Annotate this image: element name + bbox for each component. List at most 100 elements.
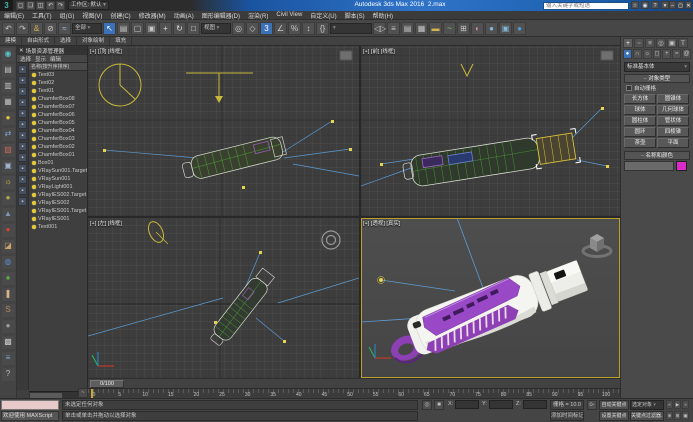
object-type-rollout[interactable]: 对象类型 <box>624 74 690 83</box>
explorer-item[interactable]: ChamferBox03 <box>29 135 87 143</box>
selection-filter-dropdown[interactable]: 全部 <box>72 23 102 34</box>
tab-hierarchy[interactable]: ≡ <box>645 38 655 48</box>
autogrid-checkbox[interactable] <box>626 85 632 91</box>
menu-item[interactable]: 脚本(S) <box>341 11 369 20</box>
explorer-item[interactable]: VRaySun001 <box>29 175 87 183</box>
menu-item[interactable]: 修改器(M) <box>135 11 170 20</box>
select-and-link-icon[interactable]: & <box>30 22 43 35</box>
viewport-label[interactable]: [+] [透视] [真实] <box>363 219 400 227</box>
zoom-viewport-button[interactable]: ⊕ <box>666 411 673 420</box>
explorer-item[interactable]: ChamferBox08 <box>29 95 87 103</box>
hand-icon[interactable]: ❚ <box>2 288 15 301</box>
sun-icon[interactable]: ☼ <box>2 176 15 189</box>
rectangular-selection-region-icon[interactable]: ▢ <box>131 22 144 35</box>
material-editor-icon[interactable]: ◐ <box>471 22 484 35</box>
snaps-toggle-3d-icon[interactable]: 3 <box>260 22 273 35</box>
select-object-icon[interactable]: ↖ <box>103 22 116 35</box>
ribbon-tab[interactable]: 建模 <box>0 37 22 45</box>
menu-item[interactable]: 编辑(E) <box>0 11 28 20</box>
checker-icon[interactable]: ▩ <box>2 336 15 349</box>
explorer-item[interactable]: ChamferBox05 <box>29 119 87 127</box>
visibility-bulb-icon[interactable] <box>32 177 36 181</box>
explorer-menu-item[interactable]: 选择 <box>20 55 31 63</box>
red-ball-icon[interactable]: ● <box>2 224 15 237</box>
menu-item[interactable]: 自定义(U) <box>306 11 340 20</box>
workspace-dropdown[interactable]: 工作区: 默认 <box>68 1 109 10</box>
undo-icon[interactable]: ↶ <box>46 1 55 10</box>
category-helpers[interactable]: + <box>662 49 671 59</box>
set-keys-button[interactable]: o- <box>587 400 597 410</box>
angle-snap-toggle-icon[interactable]: ∠ <box>274 22 287 35</box>
unlink-selection-icon[interactable]: ⊘ <box>44 22 57 35</box>
viewport-top[interactable]: [+] [顶] [线框] <box>88 46 359 216</box>
visibility-bulb-icon[interactable] <box>32 217 36 221</box>
save-file-icon[interactable]: ◫ <box>36 1 45 10</box>
redo-icon[interactable]: ↷ <box>16 22 29 35</box>
toggle-layer-explorer-icon[interactable]: ▦ <box>415 22 428 35</box>
spinner-snap-toggle-icon[interactable]: ↕ <box>302 22 315 35</box>
use-pivot-point-center-icon[interactable]: ◎ <box>232 22 245 35</box>
viewport-label[interactable]: [+] [前] [线框] <box>363 47 395 55</box>
primitive-button[interactable]: 管状体 <box>657 116 689 126</box>
explorer-item[interactable]: ChamferBox02 <box>29 143 87 151</box>
explorer-item[interactable]: Text01 <box>29 87 87 95</box>
bind-to-space-warp-icon[interactable]: ≈ <box>58 22 71 35</box>
visibility-bulb-icon[interactable] <box>32 105 36 109</box>
filter-cameras-icon[interactable]: ▪ <box>18 98 27 107</box>
tab-utilities[interactable]: T <box>678 38 688 48</box>
category-spacewarps[interactable]: ≈ <box>672 49 681 59</box>
filter-particles-icon[interactable]: ▪ <box>18 186 27 195</box>
time-slider-handle[interactable]: 0/100 <box>90 380 124 388</box>
explorer-item[interactable]: VRaySun001.Target <box>29 167 87 175</box>
menu-item[interactable]: 渲染(R) <box>244 11 272 20</box>
primitive-button[interactable]: 长方体 <box>624 94 656 104</box>
go-to-start-button[interactable]: « <box>666 400 673 409</box>
visibility-bulb-icon[interactable] <box>32 145 36 149</box>
select-and-rotate-icon[interactable]: ↻ <box>173 22 186 35</box>
close-button[interactable]: ✕ <box>685 1 692 9</box>
set-key-button[interactable]: 设置关键点 <box>599 411 629 421</box>
filter-xrefs-icon[interactable]: ▪ <box>18 142 27 151</box>
film-icon[interactable]: ▧ <box>2 144 15 157</box>
key-filters-button[interactable]: 关键点过滤器... <box>630 411 664 421</box>
search-input[interactable] <box>543 2 629 10</box>
render-setup-icon[interactable]: ● <box>485 22 498 35</box>
visibility-bulb-icon[interactable] <box>32 169 36 173</box>
sign-in-icon[interactable]: ◉ <box>641 1 649 9</box>
grid-table-icon[interactable]: ▦ <box>2 96 15 109</box>
explorer-item[interactable]: Box01 <box>29 159 87 167</box>
menu-item[interactable]: 视图(V) <box>78 11 106 20</box>
help-icon[interactable]: ? <box>2 368 15 381</box>
primitive-button[interactable]: 几何球体 <box>657 105 689 115</box>
visibility-bulb-icon[interactable] <box>32 121 36 125</box>
explorer-item[interactable]: Text001 <box>29 223 87 231</box>
window-crossing-toggle-icon[interactable]: ▣ <box>145 22 158 35</box>
schematic-view-icon[interactable]: ⊞ <box>457 22 470 35</box>
explorer-item[interactable]: VRayIES002.Target <box>29 191 87 199</box>
tab-modify[interactable]: ~ <box>634 38 644 48</box>
filter-bones-icon[interactable]: ▪ <box>18 164 27 173</box>
explorer-item[interactable]: Text02 <box>29 79 87 87</box>
category-systems[interactable]: @ <box>682 49 691 59</box>
bone-icon[interactable]: S <box>2 304 15 317</box>
menu-item[interactable]: 动画(A) <box>170 11 198 20</box>
add-time-tag-button[interactable]: 添加时间标记 <box>550 411 584 421</box>
maximize-viewport-button[interactable]: ▣ <box>682 411 689 420</box>
select-by-name-icon[interactable]: ▤ <box>117 22 130 35</box>
visibility-bulb-icon[interactable] <box>32 81 36 85</box>
tab-motion[interactable]: ◎ <box>656 38 666 48</box>
name-and-color-rollout[interactable]: 名称和颜色 <box>624 151 690 160</box>
name-column-header[interactable]: 名称(按升序排序) <box>29 63 87 71</box>
selection-lock-icon[interactable]: ■ <box>434 400 444 410</box>
filter-materials-icon[interactable]: ▪ <box>18 153 27 162</box>
primitive-button[interactable]: 圆锥体 <box>657 94 689 104</box>
primitive-button[interactable]: 平面 <box>657 138 689 148</box>
play-button[interactable]: ▶ <box>674 400 681 409</box>
z-coordinate-field[interactable] <box>523 400 547 409</box>
menu-item[interactable]: 组(G) <box>56 11 79 20</box>
tab-create[interactable]: + <box>623 38 633 48</box>
sphere-olive-icon[interactable]: ● <box>2 192 15 205</box>
visibility-bulb-icon[interactable] <box>32 161 36 165</box>
application-menu-button[interactable]: 3 <box>0 0 13 11</box>
viewport-perspective[interactable]: [+] [透视] [真实] <box>361 218 620 378</box>
